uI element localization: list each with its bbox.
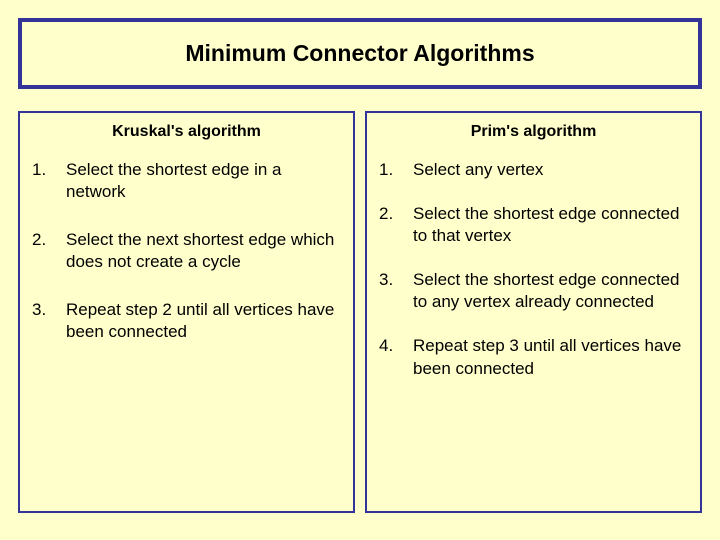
list-item: Repeat step 3 until all vertices have be… — [379, 335, 688, 379]
right-column: Prim's algorithm Select any vertex Selec… — [365, 111, 702, 513]
slide-title: Minimum Connector Algorithms — [32, 40, 688, 67]
title-box: Minimum Connector Algorithms — [18, 18, 702, 89]
step-text: Select the shortest edge in a network — [66, 159, 341, 203]
step-text: Select any vertex — [413, 159, 688, 181]
list-item: Select any vertex — [379, 159, 688, 181]
list-item: Select the shortest edge in a network — [32, 159, 341, 203]
step-text: Repeat step 3 until all vertices have be… — [413, 335, 688, 379]
left-steps: Select the shortest edge in a network Se… — [32, 159, 341, 344]
columns: Kruskal's algorithm Select the shortest … — [18, 111, 702, 513]
step-text: Select the next shortest edge which does… — [66, 229, 341, 273]
step-text: Repeat step 2 until all vertices have be… — [66, 299, 341, 343]
step-text: Select the shortest edge connected to th… — [413, 203, 688, 247]
list-item: Select the next shortest edge which does… — [32, 229, 341, 273]
right-steps: Select any vertex Select the shortest ed… — [379, 159, 688, 380]
step-text: Select the shortest edge connected to an… — [413, 269, 688, 313]
right-heading: Prim's algorithm — [379, 123, 688, 141]
list-item: Select the shortest edge connected to an… — [379, 269, 688, 313]
left-heading: Kruskal's algorithm — [32, 123, 341, 141]
list-item: Select the shortest edge connected to th… — [379, 203, 688, 247]
left-column: Kruskal's algorithm Select the shortest … — [18, 111, 355, 513]
list-item: Repeat step 2 until all vertices have be… — [32, 299, 341, 343]
